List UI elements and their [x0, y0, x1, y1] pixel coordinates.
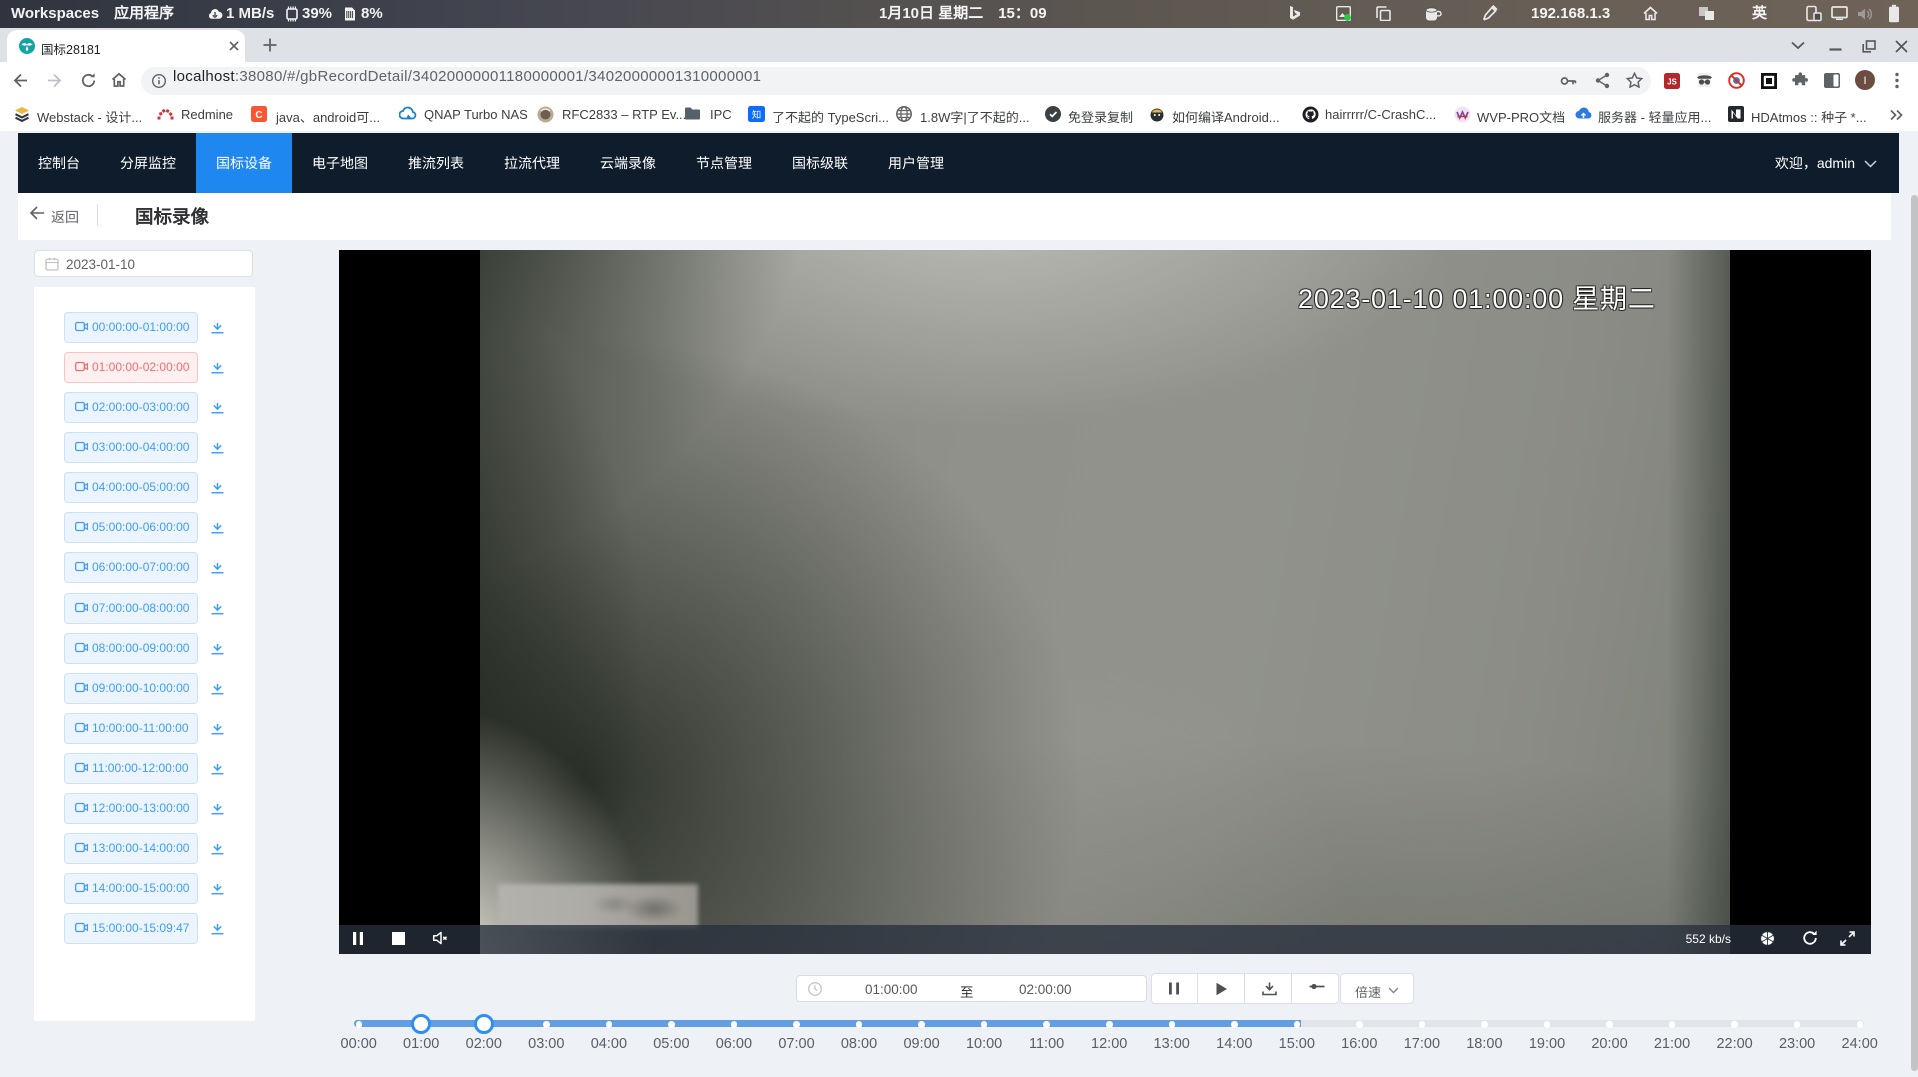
svg-text:JS: JS [1667, 78, 1677, 87]
svg-text:知: 知 [752, 107, 762, 121]
svg-text:C: C [255, 110, 262, 121]
svg-text:I: I [1863, 75, 1866, 87]
